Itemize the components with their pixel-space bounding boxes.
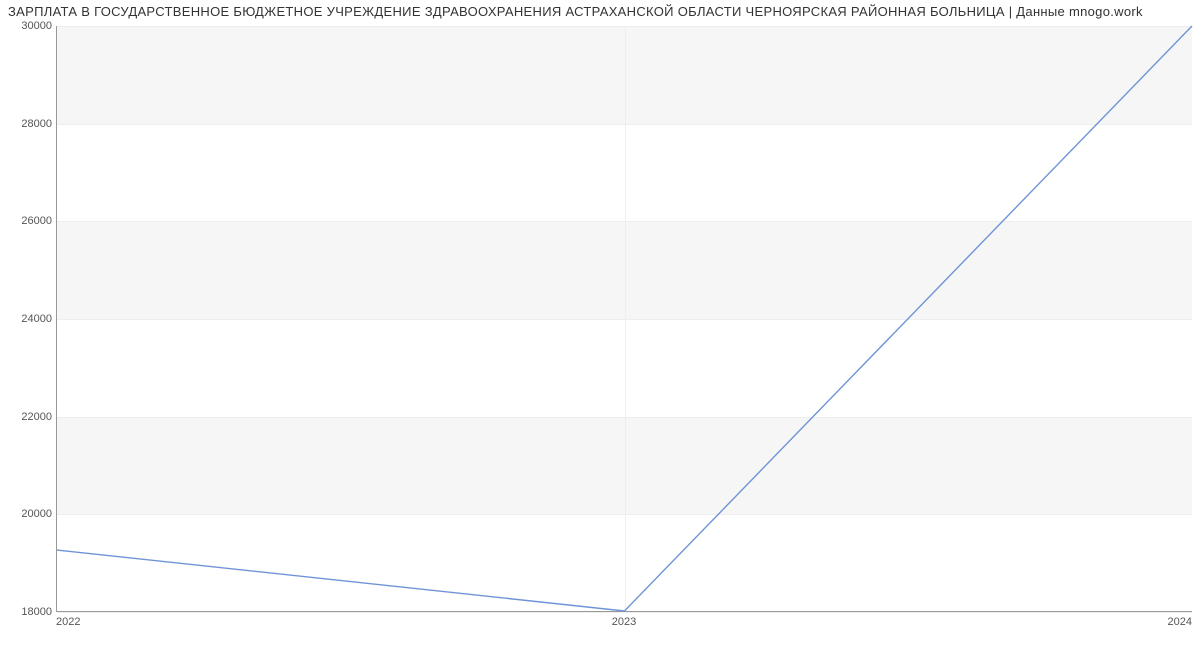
series-line [57,26,1192,611]
chart-container: ЗАРПЛАТА В ГОСУДАРСТВЕННОЕ БЮДЖЕТНОЕ УЧР… [0,0,1200,650]
y-tick-label: 22000 [6,411,52,423]
line-layer [57,26,1192,611]
x-tick-label: 2024 [1168,616,1192,628]
y-tick-label: 18000 [6,606,52,618]
x-tick-label: 2023 [612,616,636,628]
y-tick-label: 24000 [6,313,52,325]
chart-title: ЗАРПЛАТА В ГОСУДАРСТВЕННОЕ БЮДЖЕТНОЕ УЧР… [8,4,1200,19]
y-tick-label: 20000 [6,508,52,520]
y-tick-label: 28000 [6,118,52,130]
y-tick-label: 26000 [6,215,52,227]
plot-area [56,26,1192,612]
gridline-h [57,612,1192,613]
x-tick-label: 2022 [56,616,80,628]
y-tick-label: 30000 [6,20,52,32]
